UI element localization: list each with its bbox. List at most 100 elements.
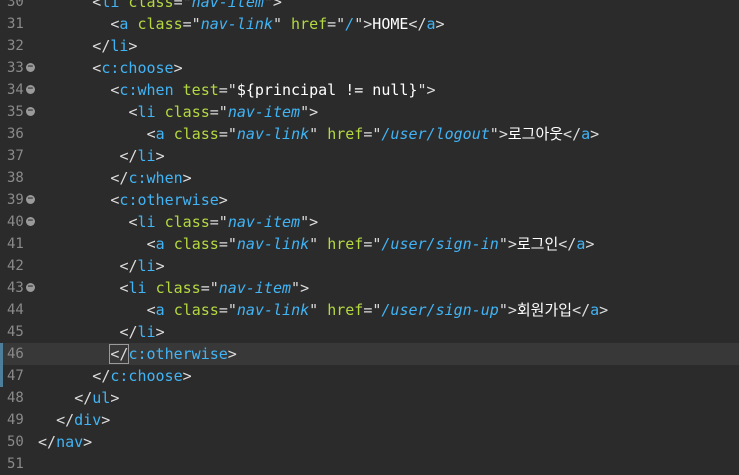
code-line[interactable]: 45 </li> (0, 321, 739, 343)
code-line[interactable]: 44 <a class="nav-link" href="/user/sign-u… (0, 299, 739, 321)
code-line[interactable]: 50 </nav> (0, 431, 739, 453)
code-line[interactable]: 47 </c:choose> (0, 365, 739, 387)
line-number: 40 (7, 214, 24, 230)
code-token: nav-link (236, 235, 310, 253)
code-token: > (300, 279, 310, 297)
code-token: </ (408, 15, 427, 33)
code-line[interactable]: 48 </ul> (0, 387, 739, 409)
code-token: li (137, 257, 156, 275)
code-token: class (164, 213, 210, 231)
code-line[interactable]: 51 (0, 453, 739, 475)
code-token: =" (218, 125, 237, 143)
line-number: 31 (7, 16, 24, 32)
code-token: class (173, 235, 219, 253)
code-token: c:when (128, 169, 183, 187)
code-token: </ (119, 257, 138, 275)
code-token: a (590, 301, 600, 319)
line-gutter: 47 (0, 365, 38, 387)
code-token: </ (92, 37, 111, 55)
line-number: 32 (7, 38, 24, 54)
code-token: > (309, 213, 319, 231)
code-token: > (498, 125, 508, 143)
code-token: =" (209, 103, 228, 121)
code-line[interactable]: 42 </li> (0, 255, 739, 277)
code-token: < (92, 0, 102, 11)
change-marker (0, 365, 3, 387)
code-line[interactable]: 46 </c:otherwise> (0, 343, 739, 365)
code-line[interactable]: 41 <a class="nav-link" href="/user/sign-i… (0, 233, 739, 255)
code-token: a (155, 235, 165, 253)
code-token: /user/logout (381, 125, 490, 143)
code-token: li (137, 103, 156, 121)
line-number: 48 (7, 390, 24, 406)
code-token: nav-link (236, 125, 310, 143)
code-token: > (599, 301, 609, 319)
code-content: <c:when test="${principal != null}"> (110, 79, 435, 101)
code-token: c:otherwise (128, 345, 228, 363)
code-token: li (137, 323, 156, 341)
code-token: 로그아웃 (507, 125, 564, 143)
code-token: li (137, 213, 156, 231)
code-token: < (146, 125, 156, 143)
fold-toggle-icon[interactable]: − (26, 195, 35, 204)
code-token: " (309, 125, 319, 143)
line-number: 35 (7, 104, 24, 120)
code-token: =" (363, 301, 382, 319)
code-line[interactable]: 37 </li> (0, 145, 739, 167)
line-gutter: 43− (0, 277, 38, 299)
code-content: <a class="nav-link" href="/">HOME</a> (110, 13, 444, 35)
code-token: < (128, 103, 138, 121)
code-line[interactable]: 49 </div> (0, 409, 739, 431)
code-token: > (272, 0, 282, 11)
code-token: < (146, 301, 156, 319)
code-line[interactable]: 33− <c:choose> (0, 57, 739, 79)
code-line[interactable]: 36 <a class="nav-link" href="/user/logout… (0, 123, 739, 145)
code-token: li (137, 147, 156, 165)
code-line[interactable]: 39− <c:otherwise> (0, 189, 739, 211)
line-number: 38 (7, 170, 24, 186)
line-number: 34 (7, 82, 24, 98)
code-content: <li class="nav-item"> (129, 211, 319, 233)
code-line[interactable]: 38 </c:when> (0, 167, 739, 189)
code-token: </ (563, 125, 582, 143)
fold-toggle-icon[interactable]: − (26, 283, 35, 292)
code-token: > (218, 191, 228, 209)
code-content: <a class="nav-link" href="/user/logout">… (147, 123, 600, 145)
fold-toggle-icon[interactable]: − (26, 85, 35, 94)
fold-toggle-icon[interactable]: − (26, 107, 35, 116)
code-token: li (101, 0, 120, 11)
code-token: class (173, 125, 219, 143)
line-gutter: 51 (0, 453, 38, 475)
code-line[interactable]: 34− <c:when test="${principal != null}"> (0, 79, 739, 101)
code-editor[interactable]: 30 <li class="nav-item"> 31 <a class="nav-l… (0, 0, 739, 475)
code-line[interactable]: 32 </li> (0, 35, 739, 57)
code-token: > (585, 235, 595, 253)
line-number: 42 (7, 258, 24, 274)
code-token: li (128, 279, 147, 297)
code-token: =" (218, 81, 237, 99)
code-token: " (300, 213, 310, 231)
code-content: <a class="nav-link" href="/user/sign-up"… (147, 299, 609, 321)
line-number: 47 (7, 368, 24, 384)
code-token: href (327, 301, 364, 319)
code-token: c:when (119, 81, 174, 99)
code-line[interactable]: 43− <li class="nav-item"> (0, 277, 739, 299)
code-token: c:choose (101, 59, 174, 77)
code-line[interactable]: 30 <li class="nav-item"> (0, 0, 739, 13)
code-token: </ (110, 169, 129, 187)
fold-toggle-icon[interactable]: − (26, 217, 35, 226)
code-line[interactable]: 31 <a class="nav-link" href="/">HOME</a> (0, 13, 739, 35)
fold-toggle-icon[interactable]: − (26, 63, 35, 72)
code-token: < (128, 213, 138, 231)
code-line[interactable]: 35− <li class="nav-item"> (0, 101, 739, 123)
code-line[interactable]: 40− <li class="nav-item"> (0, 211, 739, 233)
code-content: <c:otherwise> (110, 189, 227, 211)
code-token: > (426, 81, 436, 99)
code-token: =" (200, 279, 219, 297)
code-token: a (155, 301, 165, 319)
code-content: </c:when> (110, 167, 191, 189)
code-token: </ (92, 367, 111, 385)
